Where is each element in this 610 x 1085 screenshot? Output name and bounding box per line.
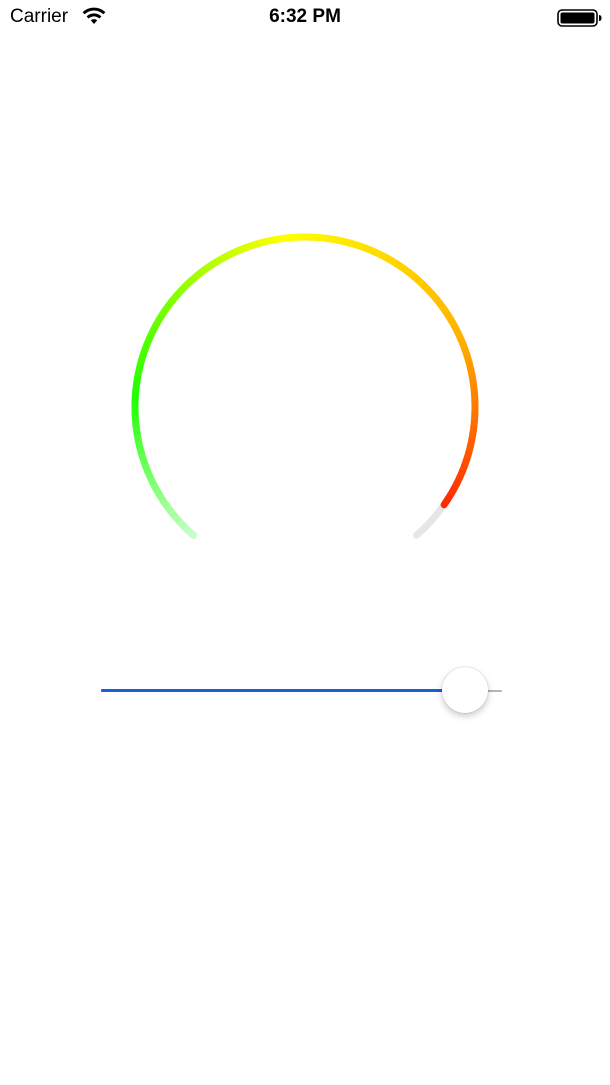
slider-min-track — [101, 689, 465, 692]
battery-full-icon — [557, 8, 603, 28]
gauge-progress-segment — [440, 495, 452, 509]
gauge-svg — [131, 233, 479, 539]
status-bar: Carrier 6:32 PM — [0, 0, 610, 36]
value-slider[interactable] — [100, 665, 502, 717]
slider-thumb[interactable] — [442, 667, 488, 713]
circular-gauge — [120, 222, 490, 542]
status-time: 6:32 PM — [269, 6, 341, 27]
